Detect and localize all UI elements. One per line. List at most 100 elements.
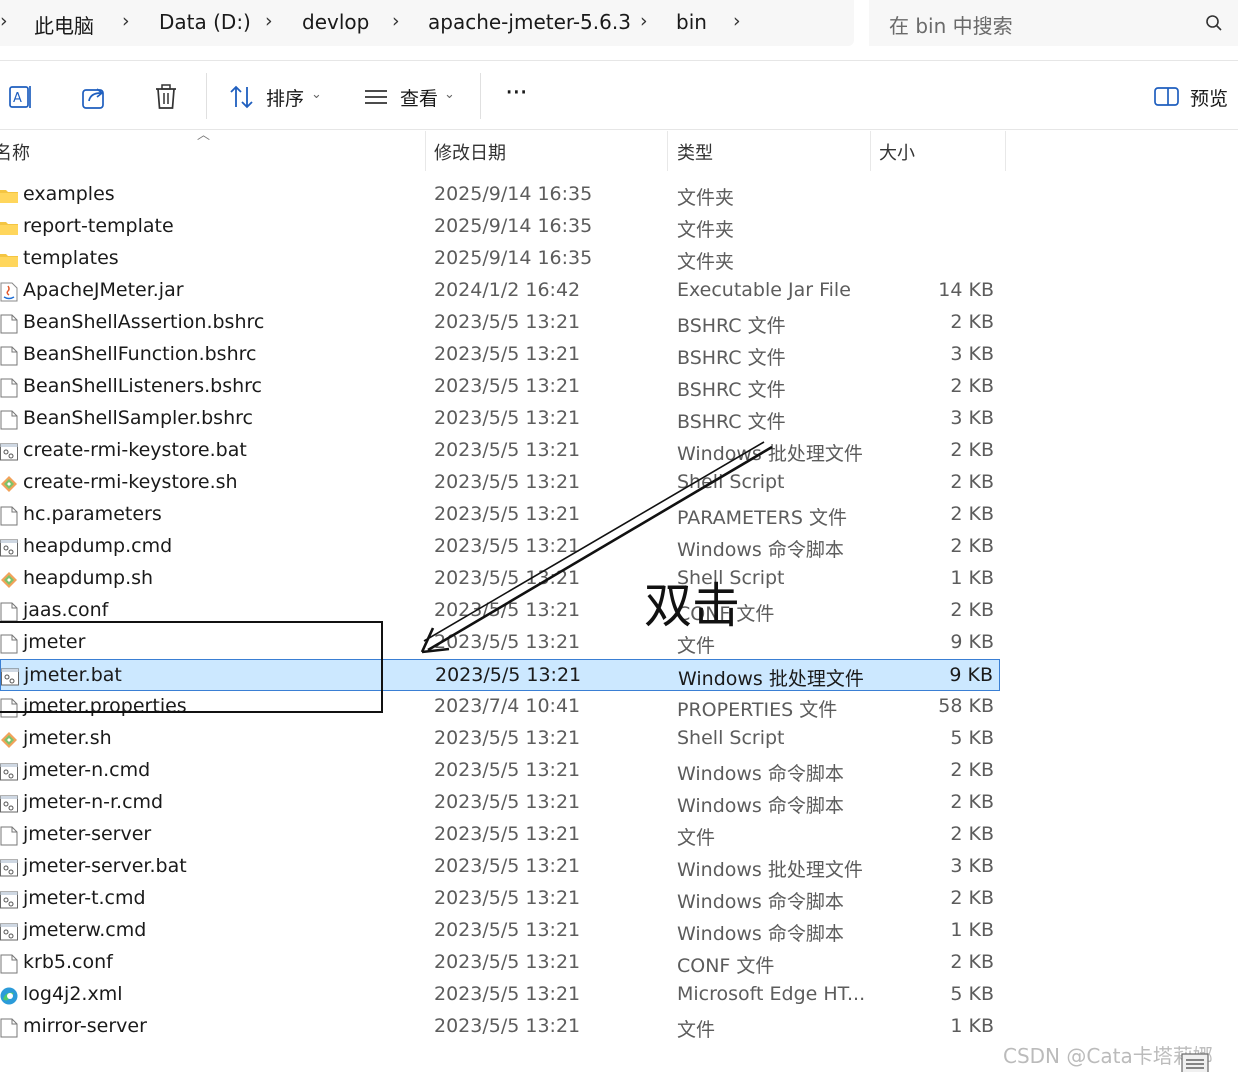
file-date: 2023/5/5 13:21: [434, 503, 581, 525]
batch-file-icon: [0, 763, 18, 781]
breadcrumb-bin[interactable]: bin: [676, 10, 707, 34]
file-date: 2023/5/5 13:21: [434, 919, 581, 941]
file-date: 2023/5/5 13:21: [434, 343, 581, 365]
view-list-icon: [365, 90, 387, 104]
file-size: 2 KB: [950, 311, 994, 333]
column-header-size[interactable]: 大小: [879, 139, 915, 165]
search-input[interactable]: 在 bin 中搜索: [889, 10, 1013, 39]
rename-icon[interactable]: A: [8, 83, 36, 111]
file-type: BSHRC 文件: [677, 411, 786, 433]
breadcrumb-this-pc[interactable]: 此电脑: [34, 10, 94, 39]
file-icon: [0, 378, 18, 398]
file-date: 2023/7/4 10:41: [434, 695, 581, 717]
file-row[interactable]: jmeter-n.cmd 2023/5/5 13:21 Windows 命令脚本 2 …: [0, 755, 1000, 787]
column-divider[interactable]: [667, 131, 668, 171]
preview-pane-icon: [1154, 87, 1179, 106]
breadcrumb-drive-d[interactable]: Data (D:): [159, 10, 251, 34]
file-row[interactable]: heapdump.sh 2023/5/5 13:21 Shell Script 1 K…: [0, 563, 1000, 595]
file-row[interactable]: examples 2025/9/14 16:35 文件夹: [0, 179, 1000, 211]
chevron-right-icon[interactable]: ›: [640, 10, 648, 32]
column-header-name[interactable]: 名称: [0, 139, 30, 165]
file-type: PARAMETERS 文件: [677, 507, 847, 529]
file-row[interactable]: heapdump.cmd 2023/5/5 13:21 Windows 命令脚本 2 …: [0, 531, 1000, 563]
column-divider[interactable]: [870, 131, 871, 171]
file-row[interactable]: report-template 2025/9/14 16:35 文件夹: [0, 211, 1000, 243]
file-row[interactable]: jmeterw.cmd 2023/5/5 13:21 Windows 命令脚本 1 K…: [0, 915, 1000, 947]
file-row[interactable]: templates 2025/9/14 16:35 文件夹: [0, 243, 1000, 275]
chevron-right-icon[interactable]: ›: [265, 10, 273, 32]
file-row[interactable]: krb5.conf 2023/5/5 13:21 CONF 文件 2 KB: [0, 947, 1000, 979]
column-header-type[interactable]: 类型: [677, 139, 713, 165]
file-icon: [0, 410, 18, 430]
file-size: 2 KB: [950, 375, 994, 397]
address-bar[interactable]: › 此电脑 › Data (D:) › devlop › apache-jmet…: [0, 0, 854, 46]
file-row[interactable]: jmeter-server.bat 2023/5/5 13:21 Windows 批…: [0, 851, 1000, 883]
file-type: Windows 命令脚本: [677, 795, 844, 817]
file-row[interactable]: BeanShellAssertion.bshrc 2023/5/5 13:21 BS…: [0, 307, 1000, 339]
file-name: heapdump.cmd: [23, 535, 173, 557]
search-icon[interactable]: [1205, 14, 1223, 32]
file-row[interactable]: ApacheJMeter.jar 2024/1/2 16:42 Executable…: [0, 275, 1000, 307]
file-type: Windows 命令脚本: [677, 763, 844, 785]
file-row[interactable]: BeanShellListeners.bshrc 2023/5/5 13:21 BS…: [0, 371, 1000, 403]
file-row[interactable]: create-rmi-keystore.sh 2023/5/5 13:21 Shel…: [0, 467, 1000, 499]
file-row[interactable]: jmeter-server 2023/5/5 13:21 文件 2 KB: [0, 819, 1000, 851]
file-row[interactable]: hc.parameters 2023/5/5 13:21 PARAMETERS 文件…: [0, 499, 1000, 531]
file-size: 1 KB: [950, 919, 994, 941]
share-icon[interactable]: [80, 83, 108, 111]
file-icon: [0, 954, 18, 974]
chevron-right-icon[interactable]: ›: [122, 10, 130, 32]
more-options-button[interactable]: ···: [505, 78, 528, 108]
file-size: 5 KB: [950, 727, 994, 749]
search-box[interactable]: 在 bin 中搜索: [869, 0, 1238, 46]
file-date: 2023/5/5 13:21: [434, 311, 581, 333]
details-view-icon[interactable]: [1180, 1050, 1220, 1072]
file-size: 2 KB: [950, 887, 994, 909]
file-date: 2023/5/5 13:21: [434, 951, 581, 973]
file-row[interactable]: create-rmi-keystore.bat 2023/5/5 13:21 Win…: [0, 435, 1000, 467]
column-divider[interactable]: [425, 131, 426, 171]
batch-file-icon: [0, 795, 18, 813]
file-type: BSHRC 文件: [677, 347, 786, 369]
delete-icon[interactable]: [152, 83, 180, 111]
file-row[interactable]: BeanShellSampler.bshrc 2023/5/5 13:21 BSHR…: [0, 403, 1000, 435]
file-row[interactable]: jmeter-n-r.cmd 2023/5/5 13:21 Windows 命令脚本…: [0, 787, 1000, 819]
batch-file-icon: [0, 923, 18, 941]
chevron-down-icon: ⌄: [444, 87, 455, 102]
batch-file-icon: [0, 539, 18, 557]
file-type: PROPERTIES 文件: [677, 699, 838, 721]
chevron-right-icon[interactable]: ›: [392, 10, 400, 32]
file-row[interactable]: jmeter-t.cmd 2023/5/5 13:21 Windows 命令脚本 2 …: [0, 883, 1000, 915]
file-name: BeanShellAssertion.bshrc: [23, 311, 265, 333]
file-size: 2 KB: [950, 439, 994, 461]
column-header-date[interactable]: 修改日期: [434, 139, 506, 165]
file-icon: [0, 346, 18, 366]
edge-icon: [0, 987, 18, 1005]
file-type: Windows 批处理文件: [677, 443, 863, 465]
column-divider[interactable]: [1005, 131, 1006, 171]
file-date: 2023/5/5 13:21: [434, 599, 581, 621]
file-row[interactable]: BeanShellFunction.bshrc 2023/5/5 13:21 BSH…: [0, 339, 1000, 371]
file-row[interactable]: jmeter.sh 2023/5/5 13:21 Shell Script 5 KB: [0, 723, 1000, 755]
chevron-right-icon[interactable]: ›: [0, 10, 8, 32]
file-name: BeanShellSampler.bshrc: [23, 407, 253, 429]
chevron-right-icon[interactable]: ›: [733, 10, 741, 32]
file-icon: [0, 826, 18, 846]
file-date: 2023/5/5 13:21: [434, 855, 581, 877]
file-row[interactable]: mirror-server 2023/5/5 13:21 文件 1 KB: [0, 1011, 1000, 1043]
file-row[interactable]: log4j2.xml 2023/5/5 13:21 Microsoft Edge H…: [0, 979, 1000, 1011]
file-type: Windows 命令脚本: [677, 923, 844, 945]
file-name: report-template: [23, 215, 174, 237]
file-type: Microsoft Edge HT...: [677, 983, 866, 1005]
file-name: templates: [23, 247, 119, 269]
file-icon: [0, 602, 18, 622]
breadcrumb-devlop[interactable]: devlop: [302, 10, 369, 34]
breadcrumb-apache-jmeter[interactable]: apache-jmeter-5.6.3: [428, 10, 631, 34]
file-size: 1 KB: [950, 1015, 994, 1037]
file-date: 2023/5/5 13:21: [434, 823, 581, 845]
highlight-rectangle: [0, 621, 383, 713]
file-size: 1 KB: [950, 567, 994, 589]
file-name: BeanShellFunction.bshrc: [23, 343, 257, 365]
file-type: Windows 命令脚本: [677, 891, 844, 913]
file-date: 2023/5/5 13:21: [434, 439, 581, 461]
